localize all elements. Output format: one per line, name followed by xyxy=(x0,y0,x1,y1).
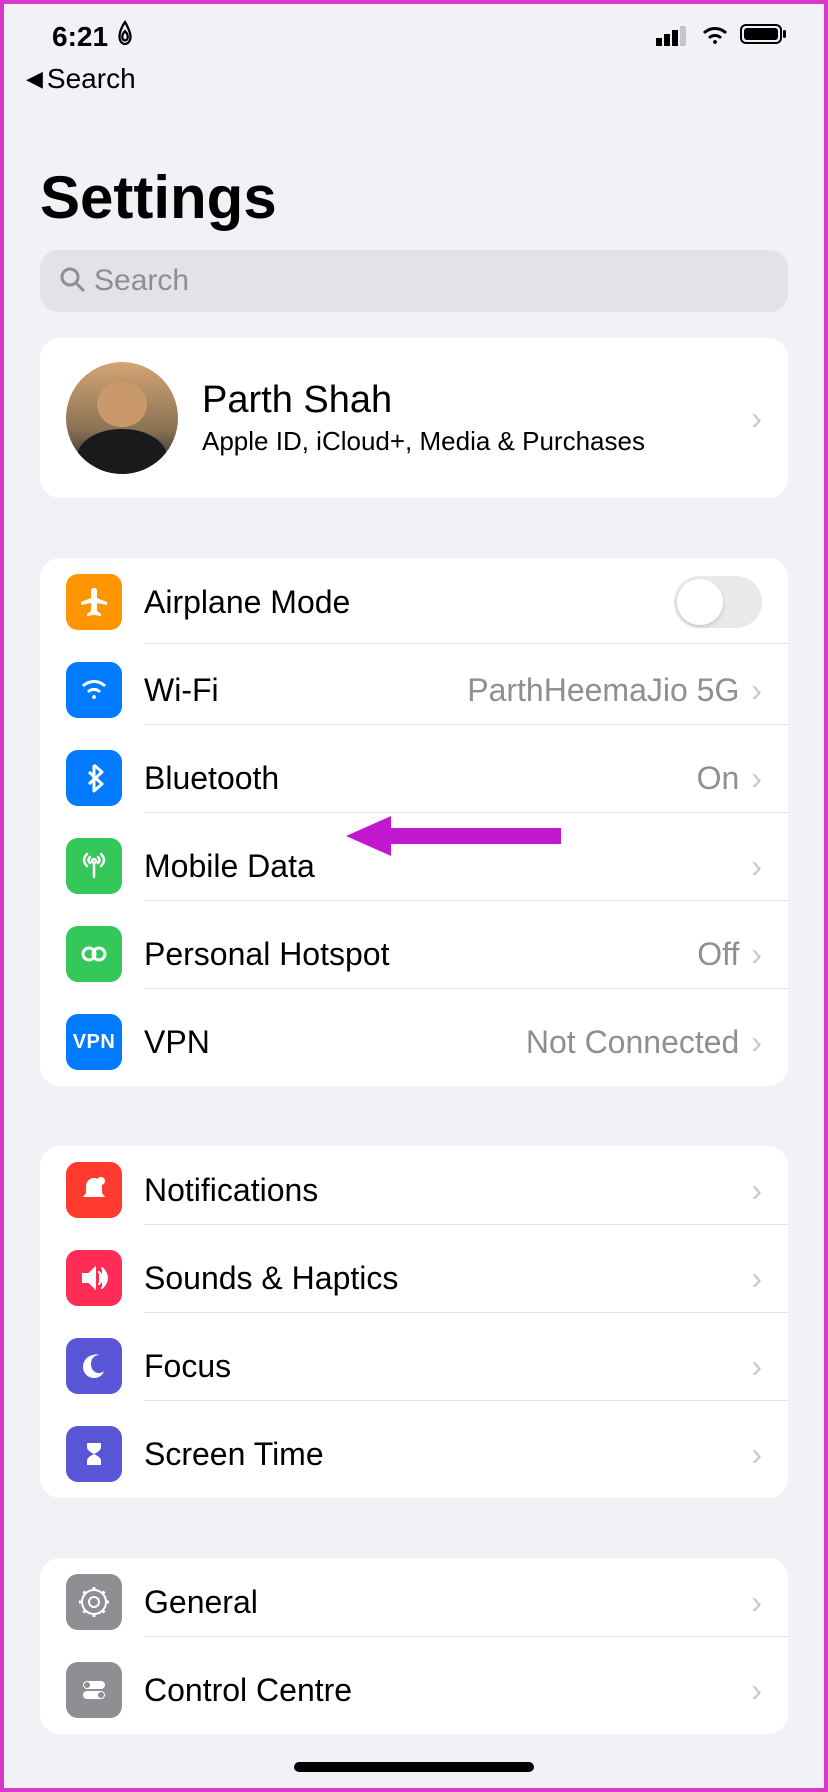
focus-row[interactable]: Focus › xyxy=(40,1322,788,1410)
avatar xyxy=(66,362,178,474)
home-indicator[interactable] xyxy=(294,1762,534,1772)
sounds-label: Sounds & Haptics xyxy=(144,1260,751,1297)
moon-icon xyxy=(66,1338,122,1394)
vpn-label: VPN xyxy=(144,1024,526,1061)
chevron-right-icon: › xyxy=(751,1024,762,1061)
status-left: 6:21 xyxy=(52,20,136,53)
sounds-row[interactable]: Sounds & Haptics › xyxy=(40,1234,788,1322)
profile-card[interactable]: Parth Shah Apple ID, iCloud+, Media & Pu… xyxy=(40,338,788,498)
notifications-label: Notifications xyxy=(144,1172,751,1209)
page-title: Settings xyxy=(4,107,824,250)
battery-icon xyxy=(740,21,788,53)
back-navigation[interactable]: ◀ Search xyxy=(4,57,824,107)
airplane-toggle[interactable] xyxy=(674,576,762,628)
speaker-icon xyxy=(66,1250,122,1306)
search-icon xyxy=(58,265,86,298)
screentime-label: Screen Time xyxy=(144,1436,751,1473)
screentime-row[interactable]: Screen Time › xyxy=(40,1410,788,1498)
search-bar[interactable] xyxy=(40,250,788,312)
back-arrow-icon: ◀ xyxy=(26,66,43,92)
bluetooth-row[interactable]: Bluetooth On › xyxy=(40,734,788,822)
wifi-label: Wi-Fi xyxy=(144,672,467,709)
focus-label: Focus xyxy=(144,1348,751,1385)
hotspot-icon xyxy=(66,926,122,982)
notifications-row[interactable]: Notifications › xyxy=(40,1146,788,1234)
chevron-right-icon: › xyxy=(751,1436,762,1473)
status-time: 6:21 xyxy=(52,21,108,53)
chevron-right-icon: › xyxy=(751,936,762,973)
chevron-right-icon: › xyxy=(751,672,762,709)
bluetooth-value: On xyxy=(697,760,740,797)
back-label: Search xyxy=(47,63,136,95)
wifi-settings-icon xyxy=(66,662,122,718)
profile-name: Parth Shah xyxy=(202,379,727,422)
general-section: General › Control Centre › xyxy=(40,1558,788,1734)
general-label: General xyxy=(144,1584,751,1621)
connectivity-section: Airplane Mode Wi-Fi ParthHeemaJio 5G › B… xyxy=(40,558,788,1086)
control-centre-row[interactable]: Control Centre › xyxy=(40,1646,788,1734)
wifi-value: ParthHeemaJio 5G xyxy=(467,672,739,709)
chevron-right-icon: › xyxy=(751,1260,762,1297)
bluetooth-label: Bluetooth xyxy=(144,760,697,797)
status-right xyxy=(656,21,788,53)
hourglass-icon xyxy=(66,1426,122,1482)
vpn-value: Not Connected xyxy=(526,1024,739,1061)
bluetooth-icon xyxy=(66,750,122,806)
hotspot-value: Off xyxy=(697,936,739,973)
chevron-right-icon: › xyxy=(751,400,762,437)
airplane-icon xyxy=(66,574,122,630)
gear-icon xyxy=(66,1574,122,1630)
mobile-data-row[interactable]: Mobile Data › xyxy=(40,822,788,910)
toggle-icon xyxy=(66,1662,122,1718)
hotspot-label: Personal Hotspot xyxy=(144,936,697,973)
chevron-right-icon: › xyxy=(751,760,762,797)
antenna-icon xyxy=(66,838,122,894)
search-input[interactable] xyxy=(94,264,770,298)
chevron-right-icon: › xyxy=(751,1348,762,1385)
control-centre-label: Control Centre xyxy=(144,1672,751,1709)
status-bar: 6:21 xyxy=(4,4,824,57)
chevron-right-icon: › xyxy=(751,1672,762,1709)
airplane-label: Airplane Mode xyxy=(144,584,674,621)
mobile-data-label: Mobile Data xyxy=(144,848,751,885)
airplane-mode-row[interactable]: Airplane Mode xyxy=(40,558,788,646)
chevron-right-icon: › xyxy=(751,1584,762,1621)
chevron-right-icon: › xyxy=(751,848,762,885)
general-row[interactable]: General › xyxy=(40,1558,788,1646)
bell-icon xyxy=(66,1162,122,1218)
hotspot-row[interactable]: Personal Hotspot Off › xyxy=(40,910,788,998)
profile-subtitle: Apple ID, iCloud+, Media & Purchases xyxy=(202,426,727,457)
vpn-row[interactable]: VPN VPN Not Connected › xyxy=(40,998,788,1086)
wifi-row[interactable]: Wi-Fi ParthHeemaJio 5G › xyxy=(40,646,788,734)
vpn-icon: VPN xyxy=(66,1014,122,1070)
alerts-section: Notifications › Sounds & Haptics › Focus… xyxy=(40,1146,788,1498)
wifi-icon xyxy=(700,21,730,53)
flame-icon xyxy=(114,20,136,53)
signal-icon xyxy=(656,21,690,53)
chevron-right-icon: › xyxy=(751,1172,762,1209)
